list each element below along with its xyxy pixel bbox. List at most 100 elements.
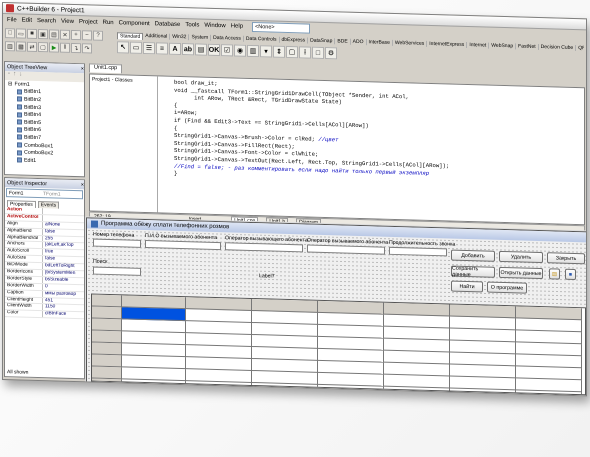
grid-cell[interactable] bbox=[450, 388, 516, 396]
menu-edit[interactable]: Edit bbox=[22, 18, 32, 24]
property-value[interactable]: ммы разговор bbox=[43, 291, 84, 298]
property-row[interactable]: Color clBtnFace bbox=[5, 310, 84, 320]
view-form-icon[interactable]: ▦ bbox=[16, 41, 26, 52]
palette-tab[interactable]: BDE bbox=[335, 38, 351, 45]
property-value[interactable]: [akLeft,akTop bbox=[43, 243, 84, 250]
grid-fixed-cell[interactable] bbox=[92, 294, 122, 308]
toggle-form-icon[interactable]: ⇄ bbox=[27, 41, 37, 52]
property-value[interactable]: [biSystemMen bbox=[43, 270, 84, 277]
palette-tab[interactable]: Decision Cube bbox=[538, 43, 577, 52]
radiobutton-icon[interactable]: ◉ bbox=[234, 44, 246, 57]
palette-tab[interactable]: System bbox=[189, 34, 212, 41]
menu-view[interactable]: View bbox=[61, 19, 74, 25]
panel-icon[interactable]: □ bbox=[312, 46, 324, 59]
palette-tab[interactable]: Additional bbox=[143, 32, 171, 40]
property-value[interactable]: bdLeftToRight bbox=[43, 263, 84, 270]
delete-button[interactable]: Удалить bbox=[499, 250, 543, 264]
palette-tab[interactable]: Data Controls bbox=[243, 35, 280, 43]
grid-fixed-cell[interactable] bbox=[92, 354, 122, 368]
new-item-icon[interactable]: ▫ bbox=[8, 71, 10, 80]
frames-icon[interactable]: ▭ bbox=[130, 41, 142, 54]
grid-cell[interactable] bbox=[384, 386, 450, 396]
property-value[interactable]: bsSizeable bbox=[43, 277, 84, 284]
property-value[interactable]: 1150 bbox=[43, 305, 84, 312]
save-button[interactable]: Сохранить данные bbox=[451, 265, 495, 278]
groupbox-icon[interactable]: ▢ bbox=[286, 45, 298, 59]
move-up-icon[interactable]: ↑ bbox=[13, 71, 16, 80]
menu-window[interactable]: Window bbox=[204, 23, 225, 30]
step-into-icon[interactable]: ↴ bbox=[71, 42, 81, 54]
palette-tab[interactable]: WebSnap bbox=[489, 42, 517, 50]
actionlist-icon[interactable]: ⚙ bbox=[325, 47, 337, 60]
grid-fixed-cell[interactable] bbox=[92, 342, 122, 356]
open-project-icon[interactable]: ▤ bbox=[49, 29, 59, 40]
menu-tools[interactable]: Tools bbox=[185, 22, 199, 28]
open-button[interactable]: Открыть данные bbox=[499, 266, 543, 280]
palette-tab[interactable]: DataSnap bbox=[308, 37, 336, 45]
property-value[interactable] bbox=[43, 208, 84, 215]
radiogroup-icon[interactable]: ⁞ bbox=[299, 46, 311, 59]
pause-icon[interactable]: ‖ bbox=[60, 42, 70, 53]
palette-tab[interactable]: Data Access bbox=[211, 34, 244, 42]
menu-database[interactable]: Database bbox=[155, 21, 181, 28]
grid-cell[interactable] bbox=[122, 379, 186, 394]
folder-icon[interactable]: ▤ bbox=[549, 268, 560, 280]
menu-help[interactable]: Help bbox=[231, 23, 243, 29]
scrollbar-icon[interactable]: ⇕ bbox=[273, 45, 285, 58]
edit-icon[interactable]: ab bbox=[182, 43, 194, 56]
search-field[interactable] bbox=[93, 266, 141, 276]
tree-item[interactable]: Edit1 bbox=[5, 156, 84, 166]
grid-cell[interactable] bbox=[318, 384, 384, 396]
property-value[interactable]: alNone bbox=[43, 222, 84, 229]
property-value[interactable]: clBtnFace bbox=[43, 312, 84, 319]
close-button[interactable]: Закрыть bbox=[547, 252, 585, 265]
desktop-combo[interactable]: <None> bbox=[252, 21, 311, 34]
add-file-icon[interactable]: + bbox=[71, 29, 81, 41]
property-value[interactable]: 0 bbox=[43, 284, 84, 291]
about-button[interactable]: О программе bbox=[487, 281, 527, 294]
duration-field[interactable] bbox=[389, 246, 447, 257]
palette-tab[interactable]: ADO bbox=[350, 38, 367, 46]
grid-cell[interactable] bbox=[252, 382, 318, 396]
phone-field[interactable] bbox=[93, 238, 141, 248]
main-menu-icon[interactable]: ☰ bbox=[143, 41, 155, 55]
close-icon[interactable]: ✕ bbox=[60, 29, 70, 40]
palette-tab[interactable]: QReport bbox=[576, 45, 584, 52]
tab-unit1-cpp[interactable]: Unit1.cpp bbox=[89, 63, 123, 74]
save-all-icon[interactable]: ▣ bbox=[38, 29, 48, 40]
property-value[interactable]: false bbox=[43, 229, 84, 236]
grid-fixed-cell[interactable] bbox=[92, 330, 122, 344]
palette-tab[interactable]: dbExpress bbox=[279, 36, 309, 44]
menu-run[interactable]: Run bbox=[103, 20, 114, 26]
button-icon[interactable]: OK bbox=[208, 43, 220, 57]
palette-tab[interactable]: Internet bbox=[467, 41, 490, 49]
checkbox-icon[interactable]: ☑ bbox=[221, 44, 233, 57]
pointer-icon[interactable]: ↖ bbox=[117, 41, 129, 54]
palette-tab[interactable]: Standard bbox=[117, 31, 144, 40]
close-icon[interactable]: × bbox=[81, 182, 84, 188]
property-value[interactable]: true bbox=[43, 249, 84, 256]
property-value[interactable]: 255 bbox=[43, 236, 84, 243]
remove-file-icon[interactable]: − bbox=[82, 30, 92, 41]
menu-search[interactable]: Search bbox=[37, 18, 56, 25]
menu-project[interactable]: Project bbox=[79, 19, 98, 26]
property-value[interactable]: false bbox=[43, 256, 84, 263]
close-icon[interactable]: × bbox=[81, 66, 84, 72]
popup-menu-icon[interactable]: ≡ bbox=[156, 42, 168, 55]
step-over-icon[interactable]: ↷ bbox=[82, 43, 92, 54]
add-button[interactable]: Добавить bbox=[451, 249, 495, 262]
grid-cell[interactable] bbox=[186, 381, 252, 395]
grid-fixed-cell[interactable] bbox=[92, 366, 122, 380]
palette-tab[interactable]: WebServices bbox=[392, 39, 428, 47]
class-explorer-root[interactable]: Project1 - Classes bbox=[92, 77, 133, 84]
open-icon[interactable]: ▭ bbox=[16, 28, 26, 39]
move-down-icon[interactable]: ↓ bbox=[19, 71, 22, 80]
menu-file[interactable]: File bbox=[7, 17, 17, 23]
grid-fixed-cell[interactable] bbox=[92, 378, 122, 392]
palette-tab[interactable]: InterBase bbox=[366, 39, 393, 46]
grid-fixed-cell[interactable] bbox=[92, 306, 122, 320]
find-button[interactable]: Найти bbox=[451, 280, 483, 293]
property-value[interactable]: 451 bbox=[43, 298, 84, 305]
palette-tab[interactable]: FastNet bbox=[516, 43, 539, 50]
listbox-icon[interactable]: ▥ bbox=[247, 44, 259, 58]
